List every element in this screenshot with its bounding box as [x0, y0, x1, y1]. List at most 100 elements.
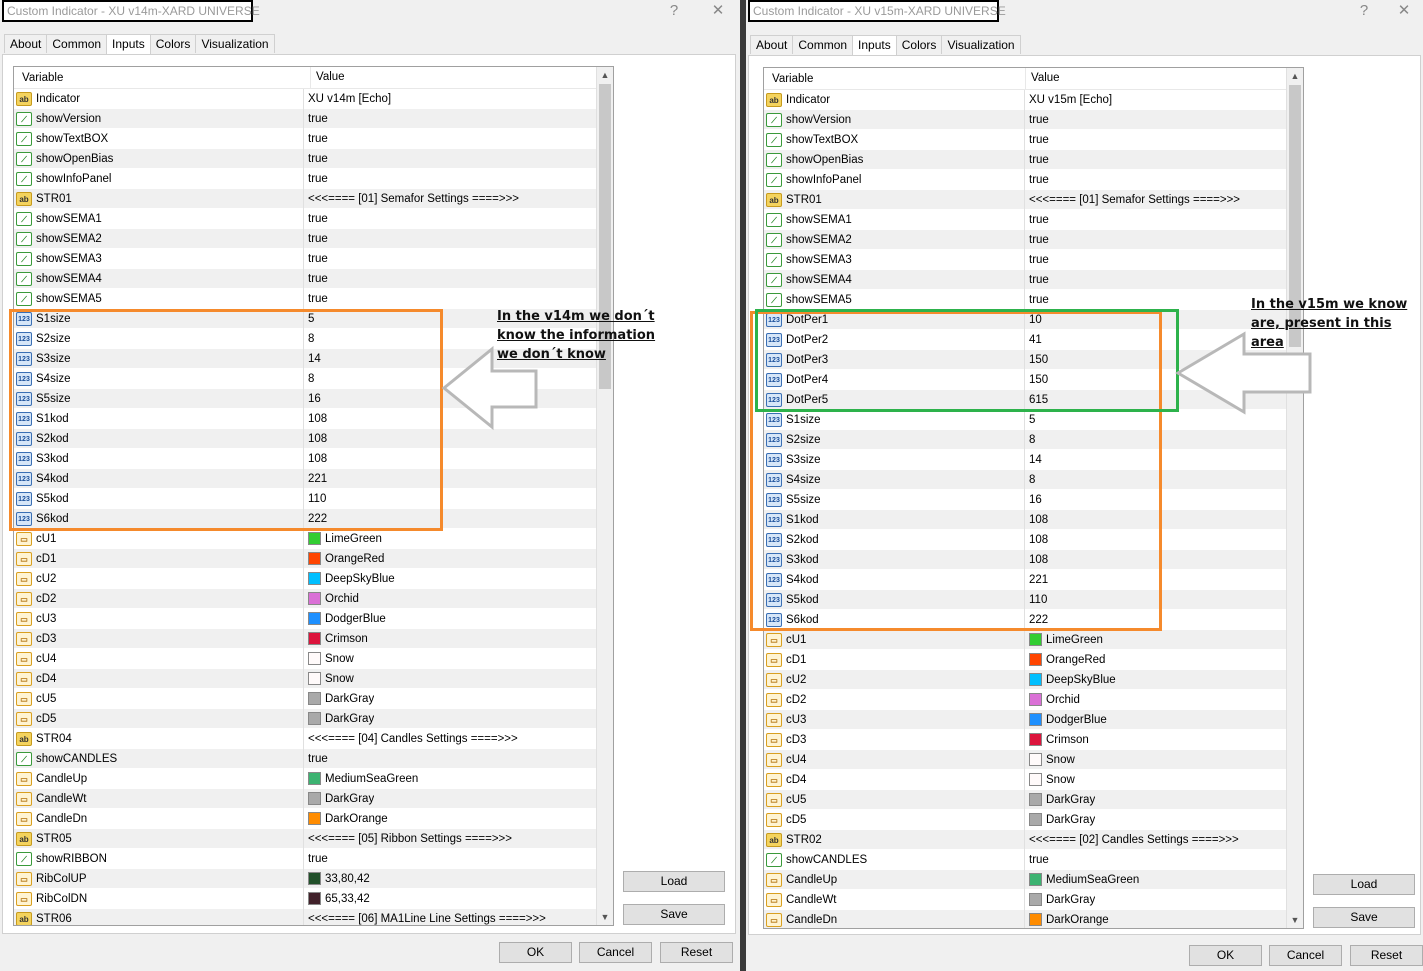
param-row[interactable]: ▭ cD1 OrangeRed [764, 649, 1303, 670]
value-cell[interactable]: true [1025, 110, 1049, 130]
param-row[interactable]: ▭ cU3 DodgerBlue [764, 709, 1303, 730]
value-cell[interactable]: <<<==== [06] MA1Line Line Settings ====>… [304, 909, 546, 926]
param-row[interactable]: ▭ cU4 Snow [14, 648, 613, 669]
param-row[interactable]: ▭ cU1 LimeGreen [764, 629, 1303, 650]
help-button[interactable]: ? [664, 1, 684, 21]
value-cell[interactable]: true [304, 749, 328, 769]
param-row[interactable]: ⟋ showSEMA4 true [764, 269, 1303, 290]
param-row[interactable]: ⟋ showSEMA5 true [14, 288, 613, 309]
value-cell[interactable]: DodgerBlue [1025, 710, 1107, 730]
value-cell[interactable]: DarkOrange [1025, 910, 1109, 929]
param-row[interactable]: ▭ cU2 DeepSkyBlue [14, 568, 613, 589]
tab-about[interactable]: About [4, 34, 48, 53]
value-cell[interactable]: Snow [1025, 770, 1075, 790]
scroll-up-icon[interactable]: ▲ [1287, 68, 1303, 84]
param-row[interactable]: ▭ cD4 Snow [14, 668, 613, 689]
param-row[interactable]: ▭ cD5 DarkGray [14, 708, 613, 729]
param-row[interactable]: ⟋ showSEMA2 true [14, 228, 613, 249]
param-row[interactable]: ⟋ showSEMA3 true [14, 248, 613, 269]
param-row[interactable]: ▭ cD3 Crimson [14, 628, 613, 649]
value-cell[interactable]: true [304, 229, 328, 249]
value-cell[interactable]: <<<==== [05] Ribbon Settings ====>>> [304, 829, 512, 849]
value-cell[interactable]: true [1025, 250, 1049, 270]
param-row[interactable]: ⟋ showCANDLES true [14, 748, 613, 769]
param-row[interactable]: ⟋ showTextBOX true [14, 128, 613, 149]
value-cell[interactable]: DeepSkyBlue [1025, 670, 1116, 690]
reset-button[interactable]: Reset [660, 942, 733, 963]
ok-button[interactable]: OK [499, 942, 572, 963]
value-cell[interactable]: Snow [1025, 750, 1075, 770]
value-cell[interactable]: DodgerBlue [304, 609, 386, 629]
help-button[interactable]: ? [1354, 1, 1374, 21]
value-cell[interactable]: DarkOrange [304, 809, 388, 829]
param-row[interactable]: ▭ CandleWt DarkGray [14, 788, 613, 809]
ok-button[interactable]: OK [1189, 945, 1262, 966]
param-row[interactable]: ⟋ showSEMA1 true [764, 209, 1303, 230]
value-cell[interactable]: Orchid [1025, 690, 1080, 710]
param-row[interactable]: ▭ CandleUp MediumSeaGreen [14, 768, 613, 789]
value-cell[interactable]: DarkGray [1025, 890, 1095, 910]
param-row[interactable]: ▭ CandleDn DarkOrange [764, 909, 1303, 929]
param-row[interactable]: ⟋ showVersion true [14, 108, 613, 129]
value-cell[interactable]: DeepSkyBlue [304, 569, 395, 589]
header-variable[interactable]: Variable [764, 73, 1025, 85]
param-row[interactable]: ab STR02 <<<==== [02] Candles Settings ===… [764, 829, 1303, 850]
value-cell[interactable]: true [1025, 290, 1049, 310]
save-button[interactable]: Save [1313, 907, 1415, 928]
cancel-button[interactable]: Cancel [1269, 945, 1342, 966]
value-cell[interactable]: 65,33,42 [304, 889, 370, 909]
header-value[interactable]: Value [310, 67, 345, 88]
param-row[interactable]: ⟋ showInfoPanel true [14, 168, 613, 189]
param-row[interactable]: ⟋ showSEMA3 true [764, 249, 1303, 270]
header-variable[interactable]: Variable [14, 72, 310, 84]
param-row[interactable]: ▭ RibColDN 65,33,42 [14, 888, 613, 909]
value-cell[interactable]: true [304, 169, 328, 189]
tab-colors[interactable]: Colors [895, 35, 943, 54]
value-cell[interactable]: true [1025, 150, 1049, 170]
scroll-down-icon[interactable]: ▼ [1287, 912, 1303, 928]
param-row[interactable]: ▭ cD1 OrangeRed [14, 548, 613, 569]
value-cell[interactable]: OrangeRed [1025, 650, 1105, 670]
value-cell[interactable]: XU v15m [Echo] [1025, 90, 1112, 110]
tab-about[interactable]: About [750, 35, 794, 54]
value-cell[interactable]: Snow [304, 669, 354, 689]
param-row[interactable]: ⟋ showRIBBON true [14, 848, 613, 869]
param-row[interactable]: ▭ CandleUp MediumSeaGreen [764, 869, 1303, 890]
param-row[interactable]: ab STR06 <<<==== [06] MA1Line Line Setting… [14, 908, 613, 926]
param-row[interactable]: ▭ RibColUP 33,80,42 [14, 868, 613, 889]
param-row[interactable]: ab STR01 <<<==== [01] Semafor Settings ===… [764, 189, 1303, 210]
value-cell[interactable]: LimeGreen [1025, 630, 1103, 650]
value-cell[interactable]: MediumSeaGreen [304, 769, 418, 789]
param-row[interactable]: ▭ cU1 LimeGreen [14, 528, 613, 549]
tab-visualization[interactable]: Visualization [195, 34, 275, 53]
close-button[interactable]: ✕ [1394, 1, 1414, 21]
tab-common[interactable]: Common [46, 34, 108, 53]
value-cell[interactable]: DarkGray [1025, 810, 1095, 830]
value-cell[interactable]: Crimson [304, 629, 368, 649]
param-row[interactable]: ▭ cD3 Crimson [764, 729, 1303, 750]
value-cell[interactable]: LimeGreen [304, 529, 382, 549]
value-cell[interactable]: <<<==== [01] Semafor Settings ====>>> [1025, 190, 1240, 210]
param-row[interactable]: ⟋ showSEMA1 true [14, 208, 613, 229]
load-button[interactable]: Load [623, 871, 725, 892]
cancel-button[interactable]: Cancel [579, 942, 652, 963]
value-cell[interactable]: true [304, 289, 328, 309]
param-row[interactable]: ⟋ showOpenBias true [764, 149, 1303, 170]
save-button[interactable]: Save [623, 904, 725, 925]
param-row[interactable]: ⟋ showSEMA5 true [764, 289, 1303, 310]
value-cell[interactable]: DarkGray [304, 689, 374, 709]
param-row[interactable]: ⟋ showSEMA2 true [764, 229, 1303, 250]
param-row[interactable]: ▭ cD5 DarkGray [764, 809, 1303, 830]
value-cell[interactable]: OrangeRed [304, 549, 384, 569]
value-cell[interactable]: DarkGray [304, 709, 374, 729]
tab-visualization[interactable]: Visualization [941, 35, 1021, 54]
value-cell[interactable]: DarkGray [304, 789, 374, 809]
value-cell[interactable]: XU v14m [Echo] [304, 89, 391, 109]
value-cell[interactable]: true [1025, 130, 1049, 150]
reset-button[interactable]: Reset [1350, 945, 1423, 966]
close-button[interactable]: ✕ [708, 1, 728, 21]
value-cell[interactable]: true [304, 249, 328, 269]
param-row[interactable]: ▭ cD4 Snow [764, 769, 1303, 790]
value-cell[interactable]: Snow [304, 649, 354, 669]
param-row[interactable]: ab STR04 <<<==== [04] Candles Settings ===… [14, 728, 613, 749]
